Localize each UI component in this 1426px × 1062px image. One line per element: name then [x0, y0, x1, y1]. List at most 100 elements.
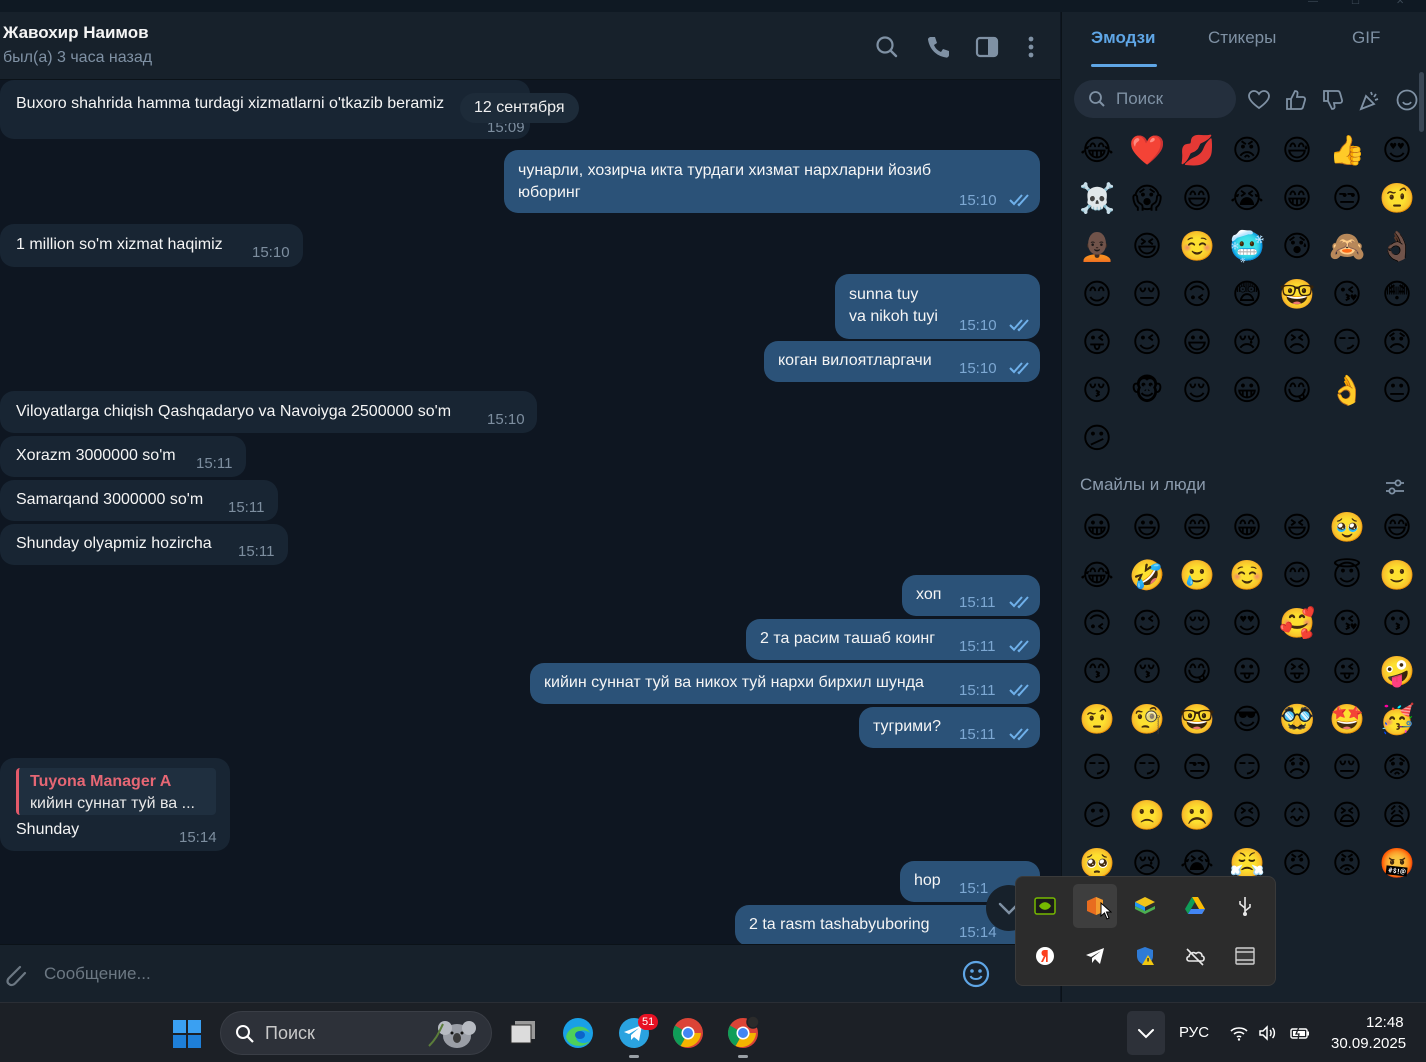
emoji-button[interactable]: 😍 — [1227, 603, 1267, 643]
emoji-button[interactable]: 🤩 — [1327, 699, 1367, 739]
media-icon[interactable] — [1223, 934, 1267, 978]
phone-icon[interactable] — [925, 34, 951, 60]
emoji-button[interactable]: 🧑🏿‍🦲 — [1077, 226, 1117, 266]
close-icon[interactable]: ✕ — [1396, 0, 1410, 8]
battery-icon[interactable] — [1290, 1023, 1310, 1043]
onedrive-offline-icon[interactable] — [1173, 934, 1217, 978]
emoji-button[interactable]: 😆 — [1127, 226, 1167, 266]
emoji-button[interactable]: 🤪 — [1377, 651, 1417, 691]
message-outgoing[interactable]: хоп 15:11 — [902, 575, 1040, 616]
emoji-button[interactable]: 🙁 — [1127, 795, 1167, 835]
minimize-icon[interactable]: — — [1308, 0, 1322, 8]
emoji-button[interactable]: 🤨 — [1077, 699, 1117, 739]
emoji-button[interactable]: 😛 — [1227, 651, 1267, 691]
taskbar-search[interactable] — [220, 1011, 492, 1055]
taskbar-app-edge[interactable] — [560, 1015, 596, 1051]
emoji-button[interactable]: ☺️ — [1227, 555, 1267, 595]
emoji-button[interactable]: 😖 — [1277, 795, 1317, 835]
yandex-icon[interactable] — [1023, 934, 1067, 978]
emoji-button[interactable]: 😣 — [1277, 322, 1317, 362]
emoji-button[interactable]: 😁 — [1277, 178, 1317, 218]
emoji-button[interactable]: ❤️ — [1127, 130, 1167, 170]
emoji-button[interactable]: 😗 — [1377, 603, 1417, 643]
emoji-button[interactable]: 😂 — [1077, 555, 1117, 595]
emoji-button[interactable]: 😝 — [1277, 651, 1317, 691]
message-input[interactable] — [44, 959, 924, 989]
sidebar-toggle-icon[interactable] — [974, 34, 1000, 60]
emoji-button[interactable]: 😱 — [1127, 178, 1167, 218]
emoji-button[interactable]: 🙃 — [1077, 603, 1117, 643]
emoji-button[interactable]: 😃 — [1177, 322, 1217, 362]
message-outgoing[interactable]: чунарли, хозирча икта турдаги хизмат нар… — [504, 150, 1040, 213]
emoji-button[interactable]: 😘 — [1327, 274, 1367, 314]
contact-name[interactable]: Жавохир Наимов — [3, 23, 149, 43]
emoji-button[interactable]: 😏 — [1327, 322, 1367, 362]
emoji-button[interactable]: 😊 — [1277, 555, 1317, 595]
emoji-button[interactable]: 😡 — [1227, 130, 1267, 170]
defender-warning-icon[interactable] — [1123, 934, 1167, 978]
google-drive-icon[interactable] — [1173, 884, 1217, 928]
emoji-button[interactable]: 😡 — [1327, 843, 1367, 883]
emoji-button[interactable]: 😌 — [1177, 370, 1217, 410]
taskbar-app-taskview[interactable] — [504, 1015, 540, 1051]
emoji-button[interactable]: 😚 — [1077, 370, 1117, 410]
tab-gif[interactable]: GIF — [1352, 28, 1380, 48]
emoji-button[interactable]: 😄 — [1177, 178, 1217, 218]
emoji-button[interactable]: 🥰 — [1277, 603, 1317, 643]
message-outgoing[interactable]: 2 та расим ташаб коинг 15:11 — [746, 619, 1040, 660]
emoji-button[interactable]: 😫 — [1327, 795, 1367, 835]
emoji-button[interactable]: 😐 — [1377, 370, 1417, 410]
heart-category-icon[interactable] — [1247, 88, 1271, 112]
message-incoming-reply[interactable]: Tuyona Manager A кийин суннат туй ва ...… — [0, 758, 230, 851]
taskbar-app-chrome-profile[interactable] — [725, 1015, 761, 1058]
usb-icon[interactable] — [1223, 884, 1267, 928]
emoji-button[interactable]: 😒 — [1327, 178, 1367, 218]
emoji-button[interactable]: 😅 — [1277, 130, 1317, 170]
message-incoming[interactable]: 1 million so'm xizmat haqimiz 15:10 — [0, 224, 303, 267]
emoji-button[interactable]: 😎 — [1227, 699, 1267, 739]
emoji-button[interactable]: 😢 — [1227, 322, 1267, 362]
emoji-button[interactable]: 🤬 — [1377, 843, 1417, 883]
telegram-icon[interactable] — [1073, 934, 1117, 978]
message-list[interactable]: Buxoro shahrida hamma turdagi xizmatlarn… — [0, 80, 1060, 944]
emoji-button[interactable]: 😏 — [1127, 747, 1167, 787]
emoji-button[interactable]: 🤓 — [1177, 699, 1217, 739]
emoji-button[interactable]: 😋 — [1177, 651, 1217, 691]
emoji-button[interactable]: 😃 — [1127, 507, 1167, 547]
emoji-button[interactable]: 😭 — [1227, 178, 1267, 218]
emoji-button[interactable]: 👍 — [1327, 130, 1367, 170]
message-incoming[interactable]: Samarqand 3000000 so'm 15:11 — [0, 480, 278, 521]
emoji-button[interactable]: 🧐 — [1127, 699, 1167, 739]
emoji-button[interactable]: 🐵 — [1127, 370, 1167, 410]
emoji-button[interactable]: 😔 — [1327, 747, 1367, 787]
party-category-icon[interactable] — [1358, 88, 1382, 112]
emoji-button[interactable]: 😊 — [1077, 274, 1117, 314]
emoji-button[interactable]: 🙂 — [1377, 555, 1417, 595]
emoji-button[interactable]: 😣 — [1227, 795, 1267, 835]
emoji-button[interactable]: 😀 — [1077, 507, 1117, 547]
search-icon[interactable] — [874, 34, 900, 60]
emoji-button[interactable]: 🥸 — [1277, 699, 1317, 739]
emoji-button[interactable]: ☺️ — [1177, 226, 1217, 266]
emoji-button[interactable]: 😆 — [1277, 507, 1317, 547]
emoji-button[interactable]: 😍 — [1377, 130, 1417, 170]
emoji-button[interactable]: 😚 — [1127, 651, 1167, 691]
emoji-button[interactable]: 😕 — [1077, 418, 1117, 458]
emoji-button[interactable]: 😂 — [1077, 130, 1117, 170]
tab-emoji[interactable]: Эмодзи — [1091, 28, 1156, 48]
emoji-button[interactable]: 😰 — [1277, 226, 1317, 266]
message-incoming[interactable]: Viloyatlarga chiqish Qashqadaryo va Navo… — [0, 391, 537, 433]
tab-stickers[interactable]: Стикеры — [1208, 28, 1276, 48]
thumbs-up-category-icon[interactable] — [1284, 88, 1308, 112]
emoji-button[interactable]: 😁 — [1227, 507, 1267, 547]
thumbs-down-category-icon[interactable] — [1321, 88, 1345, 112]
emoji-button[interactable]: ☹️ — [1177, 795, 1217, 835]
emoji-button[interactable]: 😀 — [1227, 370, 1267, 410]
message-outgoing[interactable]: коган вилоятларгачи 15:10 — [764, 341, 1040, 382]
reply-preview[interactable]: Tuyona Manager A кийин суннат туй ва ... — [16, 768, 216, 815]
emoji-button[interactable]: 🥶 — [1227, 226, 1267, 266]
emoji-button[interactable]: 🙈 — [1327, 226, 1367, 266]
emoji-button[interactable]: 😕 — [1077, 795, 1117, 835]
message-outgoing[interactable]: sunna tuy va nikoh tuyi 15:10 — [835, 274, 1040, 339]
emoji-button[interactable]: 🤣 — [1127, 555, 1167, 595]
